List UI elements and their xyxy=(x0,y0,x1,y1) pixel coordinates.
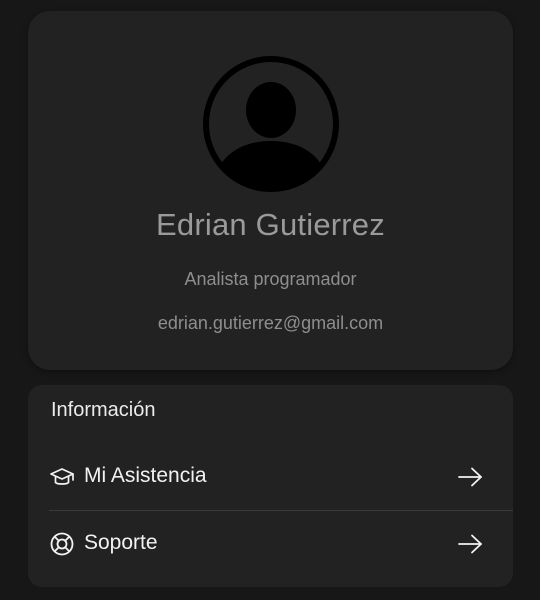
user-silhouette-icon xyxy=(203,56,339,192)
menu-item-label: Soporte xyxy=(84,531,158,554)
menu-item-soporte[interactable]: Soporte xyxy=(28,511,513,577)
lifebuoy-icon xyxy=(49,531,75,557)
avatar xyxy=(202,55,340,193)
arrow-right-icon[interactable] xyxy=(457,532,484,556)
user-email: edrian.gutierrez@gmail.com xyxy=(157,313,384,333)
menu-item-mi-asistencia[interactable]: Mi Asistencia xyxy=(28,444,513,510)
user-name: Edrian Gutierrez xyxy=(156,207,385,242)
graduation-cap-icon xyxy=(49,464,75,490)
menu-item-label: Mi Asistencia xyxy=(84,464,207,487)
user-role: Analista programador xyxy=(184,269,357,289)
info-card: Información Mi Asistencia Soporte xyxy=(28,385,513,587)
info-section-title: Información xyxy=(51,399,156,421)
arrow-right-icon[interactable] xyxy=(457,465,484,489)
profile-card: Edrian Gutierrez Analista programador ed… xyxy=(28,11,513,370)
